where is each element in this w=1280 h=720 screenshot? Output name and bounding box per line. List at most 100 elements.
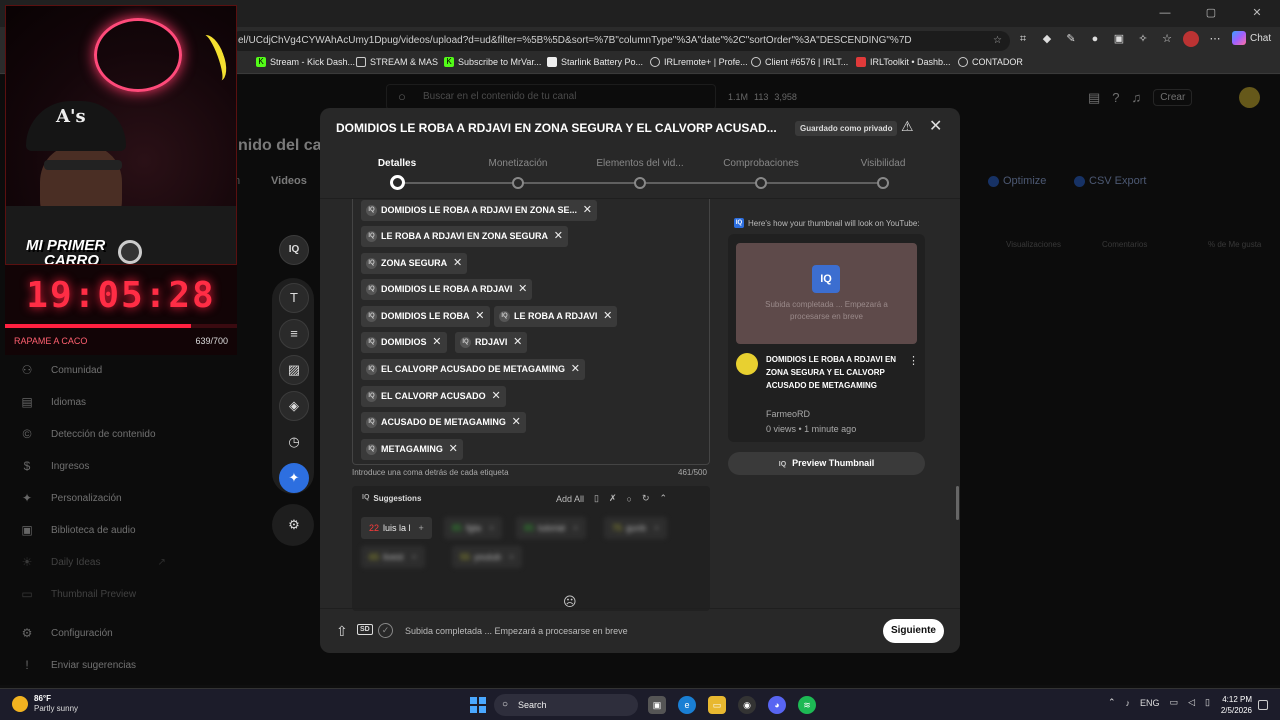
- step-dot-checks[interactable]: [755, 177, 767, 189]
- remove-tag-icon[interactable]: ✕: [475, 306, 484, 327]
- tag-chip[interactable]: IQ ACUSADO DE METAGAMING ✕: [361, 412, 526, 433]
- next-button[interactable]: Siguiente: [883, 619, 944, 643]
- favorites-icon[interactable]: ☆: [1159, 31, 1175, 47]
- step-video-elements[interactable]: Elementos del vid...: [585, 158, 695, 169]
- remove-tag-icon[interactable]: ✕: [453, 253, 462, 274]
- tag-chip[interactable]: IQ RDJAVI ✕: [455, 332, 528, 353]
- tag-chip[interactable]: IQ DOMIDIOS LE ROBA A RDJAVI ✕: [361, 279, 533, 300]
- discord-icon[interactable]: ◕: [768, 696, 786, 714]
- bookmark[interactable]: IRLToolkit • Dashb...: [856, 57, 951, 67]
- tag-chip[interactable]: IQ EL CALVORP ACUSADO DE METAGAMING ✕: [361, 359, 586, 380]
- star-icon[interactable]: ☆: [993, 31, 1002, 51]
- tag-chip[interactable]: IQ ZONA SEGURA ✕: [361, 253, 468, 274]
- bookmark[interactable]: Starlink Battery Po...: [547, 57, 643, 67]
- kebab-menu-icon[interactable]: ⋮: [908, 354, 919, 367]
- report-icon[interactable]: ⚠: [901, 118, 914, 135]
- tag-chip[interactable]: IQ METAGAMING ✕: [361, 439, 463, 460]
- taskbar-clock[interactable]: 4:12 PM 2/5/2026: [1214, 694, 1252, 716]
- clock-tool-icon[interactable]: ◷: [279, 427, 309, 457]
- plus-icon[interactable]: +: [654, 523, 659, 533]
- close-icon[interactable]: ✕: [929, 116, 942, 136]
- edge-icon[interactable]: e: [678, 696, 696, 714]
- thumbnail-tool-icon[interactable]: ▨: [279, 355, 309, 385]
- remove-tag-icon[interactable]: ✕: [571, 359, 580, 380]
- suggestion-chip[interactable]: 22 luis la l +: [361, 517, 432, 539]
- bookmark[interactable]: CONTADOR: [958, 57, 1023, 67]
- bookmark[interactable]: IRLremote+ | Profe...: [650, 57, 748, 67]
- step-monetization[interactable]: Monetización: [463, 158, 573, 169]
- bookmark[interactable]: Client #6576 | IRLT...: [751, 57, 848, 67]
- puzzle-icon[interactable]: ✧: [1135, 31, 1151, 47]
- microphone-icon[interactable]: ♪: [1126, 698, 1131, 708]
- extension-icon[interactable]: ▣: [1111, 31, 1127, 47]
- close-window-icon[interactable]: ✕: [1234, 0, 1280, 27]
- monitor-icon[interactable]: ▭: [1170, 697, 1179, 708]
- chevron-up-icon[interactable]: ⌃: [660, 493, 668, 504]
- extension-icon[interactable]: ⌗: [1015, 31, 1031, 47]
- profile-avatar[interactable]: [1183, 31, 1199, 47]
- remove-tag-icon[interactable]: ✕: [449, 439, 458, 460]
- extension-icon[interactable]: ●: [1087, 31, 1103, 47]
- file-explorer-icon[interactable]: ▭: [708, 696, 726, 714]
- language-indicator[interactable]: ENG: [1140, 698, 1160, 708]
- taskbar-search[interactable]: ○ Search: [494, 694, 638, 716]
- plus-icon[interactable]: +: [573, 523, 578, 533]
- chat-button[interactable]: Chat: [1232, 31, 1271, 45]
- plus-icon[interactable]: +: [489, 523, 494, 533]
- description-tool-icon[interactable]: ≡: [279, 319, 309, 349]
- maximize-icon[interactable]: ▢: [1188, 0, 1234, 27]
- suggestion-chip[interactable]: 75 gunb +: [604, 517, 668, 539]
- suggestion-chip[interactable]: 55 youtub +: [452, 546, 523, 568]
- suggestion-chip[interactable]: 85 fgta +: [444, 517, 503, 539]
- step-details[interactable]: Detalles: [342, 158, 452, 169]
- step-visibility[interactable]: Visibilidad: [828, 158, 938, 169]
- ai-sparkle-icon[interactable]: ✦: [279, 463, 309, 493]
- remove-tag-icon[interactable]: ✕: [512, 412, 521, 433]
- spotify-icon[interactable]: ≋: [798, 696, 816, 714]
- minimize-icon[interactable]: —: [1142, 0, 1188, 27]
- url-field[interactable]: el/UCdjChVg4CYWAhAcUmy1Dpug/videos/uploa…: [230, 31, 1010, 51]
- remove-tag-icon[interactable]: ✕: [554, 226, 563, 247]
- task-view-icon[interactable]: ▣: [648, 696, 666, 714]
- tag-chip[interactable]: IQ DOMIDIOS ✕: [361, 332, 447, 353]
- remove-tag-icon[interactable]: ✕: [583, 200, 592, 221]
- extension-icon[interactable]: ◆: [1039, 31, 1055, 47]
- remove-tag-icon[interactable]: ✕: [513, 332, 522, 353]
- dialog-scrollbar[interactable]: [956, 486, 959, 520]
- windows-start-icon[interactable]: [470, 697, 486, 713]
- remove-tag-icon[interactable]: ✕: [518, 279, 527, 300]
- plus-icon[interactable]: +: [509, 552, 514, 562]
- obs-icon[interactable]: ◉: [738, 696, 756, 714]
- tags-input[interactable]: IQ DOMIDIOS LE ROBA A RDJAVI EN ZONA SE..…: [352, 199, 710, 465]
- suggestion-chip[interactable]: 85 tutorial +: [516, 517, 587, 539]
- step-dot-monetization[interactable]: [512, 177, 524, 189]
- bookmark[interactable]: STREAM & MAS: [356, 57, 438, 67]
- plus-icon[interactable]: +: [412, 552, 417, 562]
- iq-logo-button[interactable]: IQ: [279, 235, 309, 265]
- step-dot-video-elements[interactable]: [634, 177, 646, 189]
- suggestion-chip[interactable]: 65 livest +: [361, 546, 425, 568]
- refresh-icon[interactable]: ↻: [642, 493, 650, 504]
- copy-icon[interactable]: ▯: [594, 493, 599, 504]
- extension-icon[interactable]: ✎: [1063, 31, 1079, 47]
- tag-chip[interactable]: IQ DOMIDIOS LE ROBA A RDJAVI EN ZONA SE..…: [361, 200, 598, 221]
- notifications-icon[interactable]: [1258, 700, 1268, 710]
- tag-chip[interactable]: IQ LE ROBA A RDJAVI ✕: [494, 306, 618, 327]
- tag-chip[interactable]: IQ EL CALVORP ACUSADO ✕: [361, 386, 506, 407]
- remove-tag-icon[interactable]: ✕: [432, 332, 441, 353]
- volume-icon[interactable]: ◁: [1188, 697, 1195, 708]
- translate-icon[interactable]: ✗: [609, 493, 617, 504]
- more-icon[interactable]: ⋯: [1207, 31, 1223, 47]
- battery-icon[interactable]: ▯: [1205, 697, 1210, 708]
- bookmark[interactable]: K Stream - Kick Dash...: [256, 57, 355, 67]
- add-all-button[interactable]: Add All: [556, 494, 584, 504]
- chevron-up-icon[interactable]: ⌃: [1108, 697, 1116, 708]
- tag-chip[interactable]: IQ LE ROBA A RDJAVI EN ZONA SEGURA ✕: [361, 226, 569, 247]
- step-dot-visibility[interactable]: [877, 177, 889, 189]
- tags-tool-icon[interactable]: ◈: [279, 391, 309, 421]
- bookmark[interactable]: K Subscribe to MrVar...: [444, 57, 541, 67]
- step-dot-details[interactable]: [390, 175, 405, 190]
- remove-tag-icon[interactable]: ✕: [603, 306, 612, 327]
- gear-icon[interactable]: ⚙: [279, 510, 309, 540]
- preview-thumbnail-button[interactable]: IQ Preview Thumbnail: [728, 452, 925, 475]
